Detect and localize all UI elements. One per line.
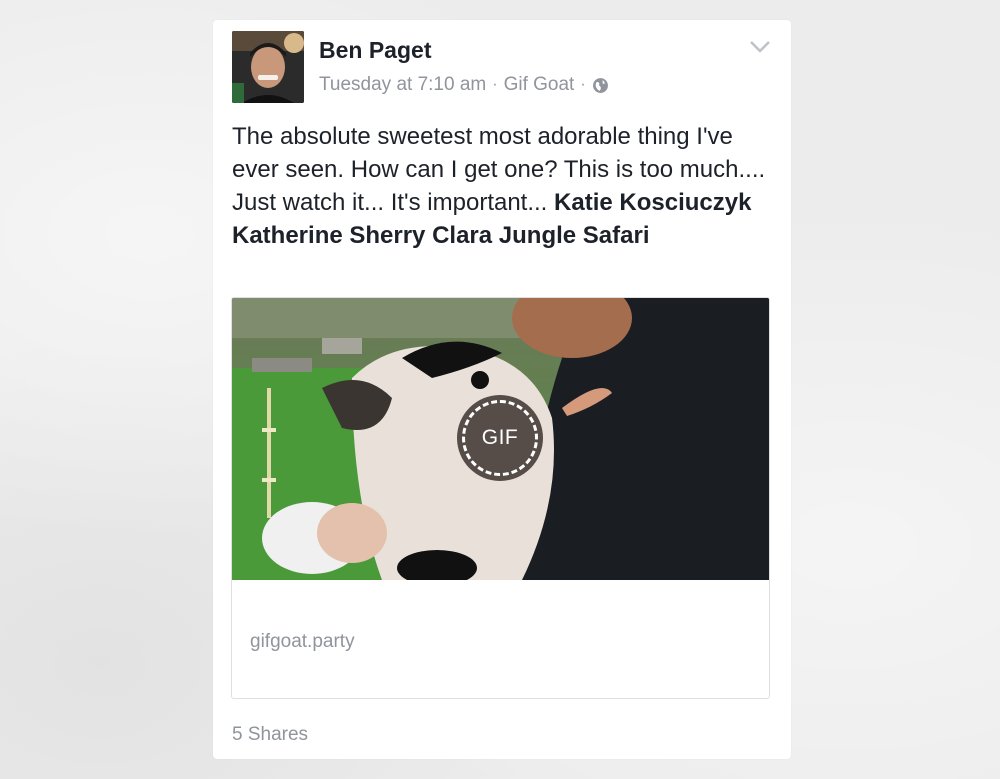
post-body: The absolute sweetest most adorable thin…: [232, 120, 772, 252]
author-name[interactable]: Ben Paget: [319, 37, 431, 64]
gif-preview[interactable]: GIF: [232, 298, 769, 580]
meta-separator: ·: [580, 76, 586, 93]
timestamp[interactable]: Tuesday at 7:10 am: [319, 74, 486, 96]
link-attachment[interactable]: GIF gifgoat.party: [231, 297, 770, 699]
post-meta: Tuesday at 7:10 am · Gif Goat ·: [319, 74, 609, 96]
globe-icon[interactable]: [592, 77, 609, 94]
avatar[interactable]: [232, 31, 304, 103]
shares-count[interactable]: 5 Shares: [232, 724, 308, 746]
post-card: Ben Paget Tuesday at 7:10 am · Gif Goat …: [213, 20, 791, 759]
link-domain[interactable]: gifgoat.party: [250, 631, 355, 653]
via-app-link[interactable]: Gif Goat: [504, 74, 575, 96]
gif-badge-label: GIF: [481, 426, 519, 449]
chevron-down-icon[interactable]: [749, 40, 771, 54]
meta-separator: ·: [492, 76, 498, 93]
gif-play-button[interactable]: GIF: [457, 395, 543, 481]
